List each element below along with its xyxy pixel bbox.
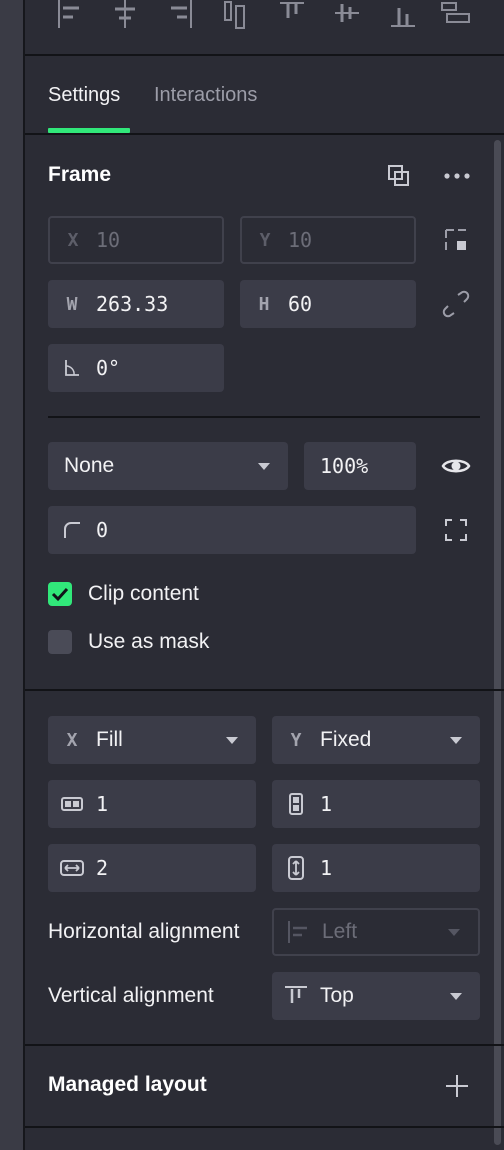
sizing-x-value: Fill — [96, 728, 123, 751]
sizing-y-value: Fixed — [320, 728, 372, 751]
column-span-value: 1 — [96, 792, 109, 816]
scrollbar[interactable] — [494, 140, 501, 1145]
x-value: 10 — [96, 228, 121, 252]
y-sizing-select[interactable]: Y Fixed — [272, 716, 480, 764]
x-position-field[interactable]: X 10 — [48, 216, 224, 264]
add-icon[interactable] — [441, 1070, 473, 1102]
rotation-field[interactable]: 0° — [48, 344, 224, 392]
use-as-mask-label: Use as mask — [88, 630, 210, 653]
align-left-icon — [274, 920, 322, 944]
chevron-down-icon — [450, 992, 462, 1000]
vertical-alignment-value: Top — [320, 984, 354, 1007]
vertical-gap-field[interactable]: 1 — [272, 844, 480, 892]
corner-radius-field[interactable]: 0 — [48, 506, 416, 554]
checkmark-icon — [51, 587, 69, 602]
left-panel-edge — [0, 0, 23, 1150]
row-span-icon — [272, 793, 320, 815]
clip-content-checkbox[interactable] — [48, 582, 72, 606]
distribute-horizontal-icon[interactable] — [218, 0, 254, 32]
alignment-toolbar — [25, 0, 504, 55]
horizontal-alignment-label: Horizontal alignment — [48, 920, 240, 943]
h-value: 60 — [288, 292, 313, 316]
y-value: 10 — [288, 228, 313, 252]
eye-icon[interactable] — [440, 450, 472, 482]
section-divider — [25, 1126, 504, 1128]
tabs-divider — [25, 133, 504, 135]
align-vertical-center-icon[interactable] — [329, 0, 365, 32]
align-horizontal-center-icon[interactable] — [107, 0, 143, 32]
y-position-field[interactable]: Y 10 — [240, 216, 416, 264]
independent-corners-icon[interactable] — [440, 514, 472, 546]
blend-mode-select[interactable]: None — [48, 442, 288, 490]
align-top-icon — [272, 984, 320, 1008]
opacity-field[interactable]: 100% — [304, 442, 416, 490]
height-field[interactable]: H 60 — [240, 280, 416, 328]
chevron-down-icon — [258, 462, 270, 470]
section-divider — [25, 689, 504, 691]
column-span-field[interactable]: 1 — [48, 780, 256, 828]
use-as-mask-checkbox[interactable] — [48, 630, 72, 654]
tab-interactions[interactable]: Interactions — [154, 84, 257, 107]
horizontal-alignment-value: Left — [322, 920, 358, 943]
align-right-icon[interactable] — [163, 0, 199, 32]
x-label: X — [67, 229, 79, 251]
frame-divider — [48, 416, 480, 418]
vertical-gap-icon — [272, 856, 320, 880]
clip-content-label: Clip content — [88, 582, 199, 605]
align-top-icon[interactable] — [274, 0, 310, 32]
section-divider — [25, 1044, 504, 1046]
w-value: 263.33 — [96, 292, 169, 316]
align-left-icon[interactable] — [51, 0, 87, 32]
managed-layout-title: Managed layout — [48, 1073, 207, 1096]
vertical-alignment-label: Vertical alignment — [48, 984, 214, 1007]
row-span-value: 1 — [320, 792, 333, 816]
more-options-icon[interactable] — [441, 160, 473, 192]
sizing-x-label: X — [66, 729, 78, 751]
align-bottom-icon[interactable] — [385, 0, 421, 32]
row-span-field[interactable]: 1 — [272, 780, 480, 828]
h-label: H — [258, 293, 270, 315]
constraints-icon[interactable] — [440, 224, 472, 256]
chevron-down-icon — [448, 928, 460, 936]
vertical-alignment-select[interactable]: Top — [272, 972, 480, 1020]
vertical-gap-value: 1 — [320, 856, 333, 880]
horizontal-gap-field[interactable]: 2 — [48, 844, 256, 892]
rotation-value: 0° — [96, 356, 121, 380]
horizontal-gap-icon — [48, 860, 96, 876]
tab-settings[interactable]: Settings — [48, 84, 120, 107]
rotation-icon — [48, 359, 96, 377]
horizontal-alignment-select[interactable]: Left — [272, 908, 480, 956]
blend-mode-value: None — [64, 454, 115, 477]
toolbar-divider — [25, 54, 504, 56]
width-field[interactable]: W 263.33 — [48, 280, 224, 328]
lock-proportions-link-icon[interactable] — [440, 288, 472, 320]
w-label: W — [66, 293, 78, 315]
sizing-y-label: Y — [290, 729, 302, 751]
chevron-down-icon — [226, 736, 238, 744]
corner-radius-icon — [48, 521, 96, 539]
y-label: Y — [259, 229, 271, 251]
horizontal-gap-value: 2 — [96, 856, 109, 880]
chevron-down-icon — [450, 736, 462, 744]
corner-radius-value: 0 — [96, 518, 109, 542]
column-span-icon — [48, 797, 96, 811]
frame-section-title: Frame — [48, 163, 112, 186]
distribute-vertical-icon[interactable] — [438, 0, 474, 32]
opacity-value: 100% — [320, 454, 369, 478]
x-sizing-select[interactable]: X Fill — [48, 716, 256, 764]
component-icon[interactable] — [383, 160, 415, 192]
